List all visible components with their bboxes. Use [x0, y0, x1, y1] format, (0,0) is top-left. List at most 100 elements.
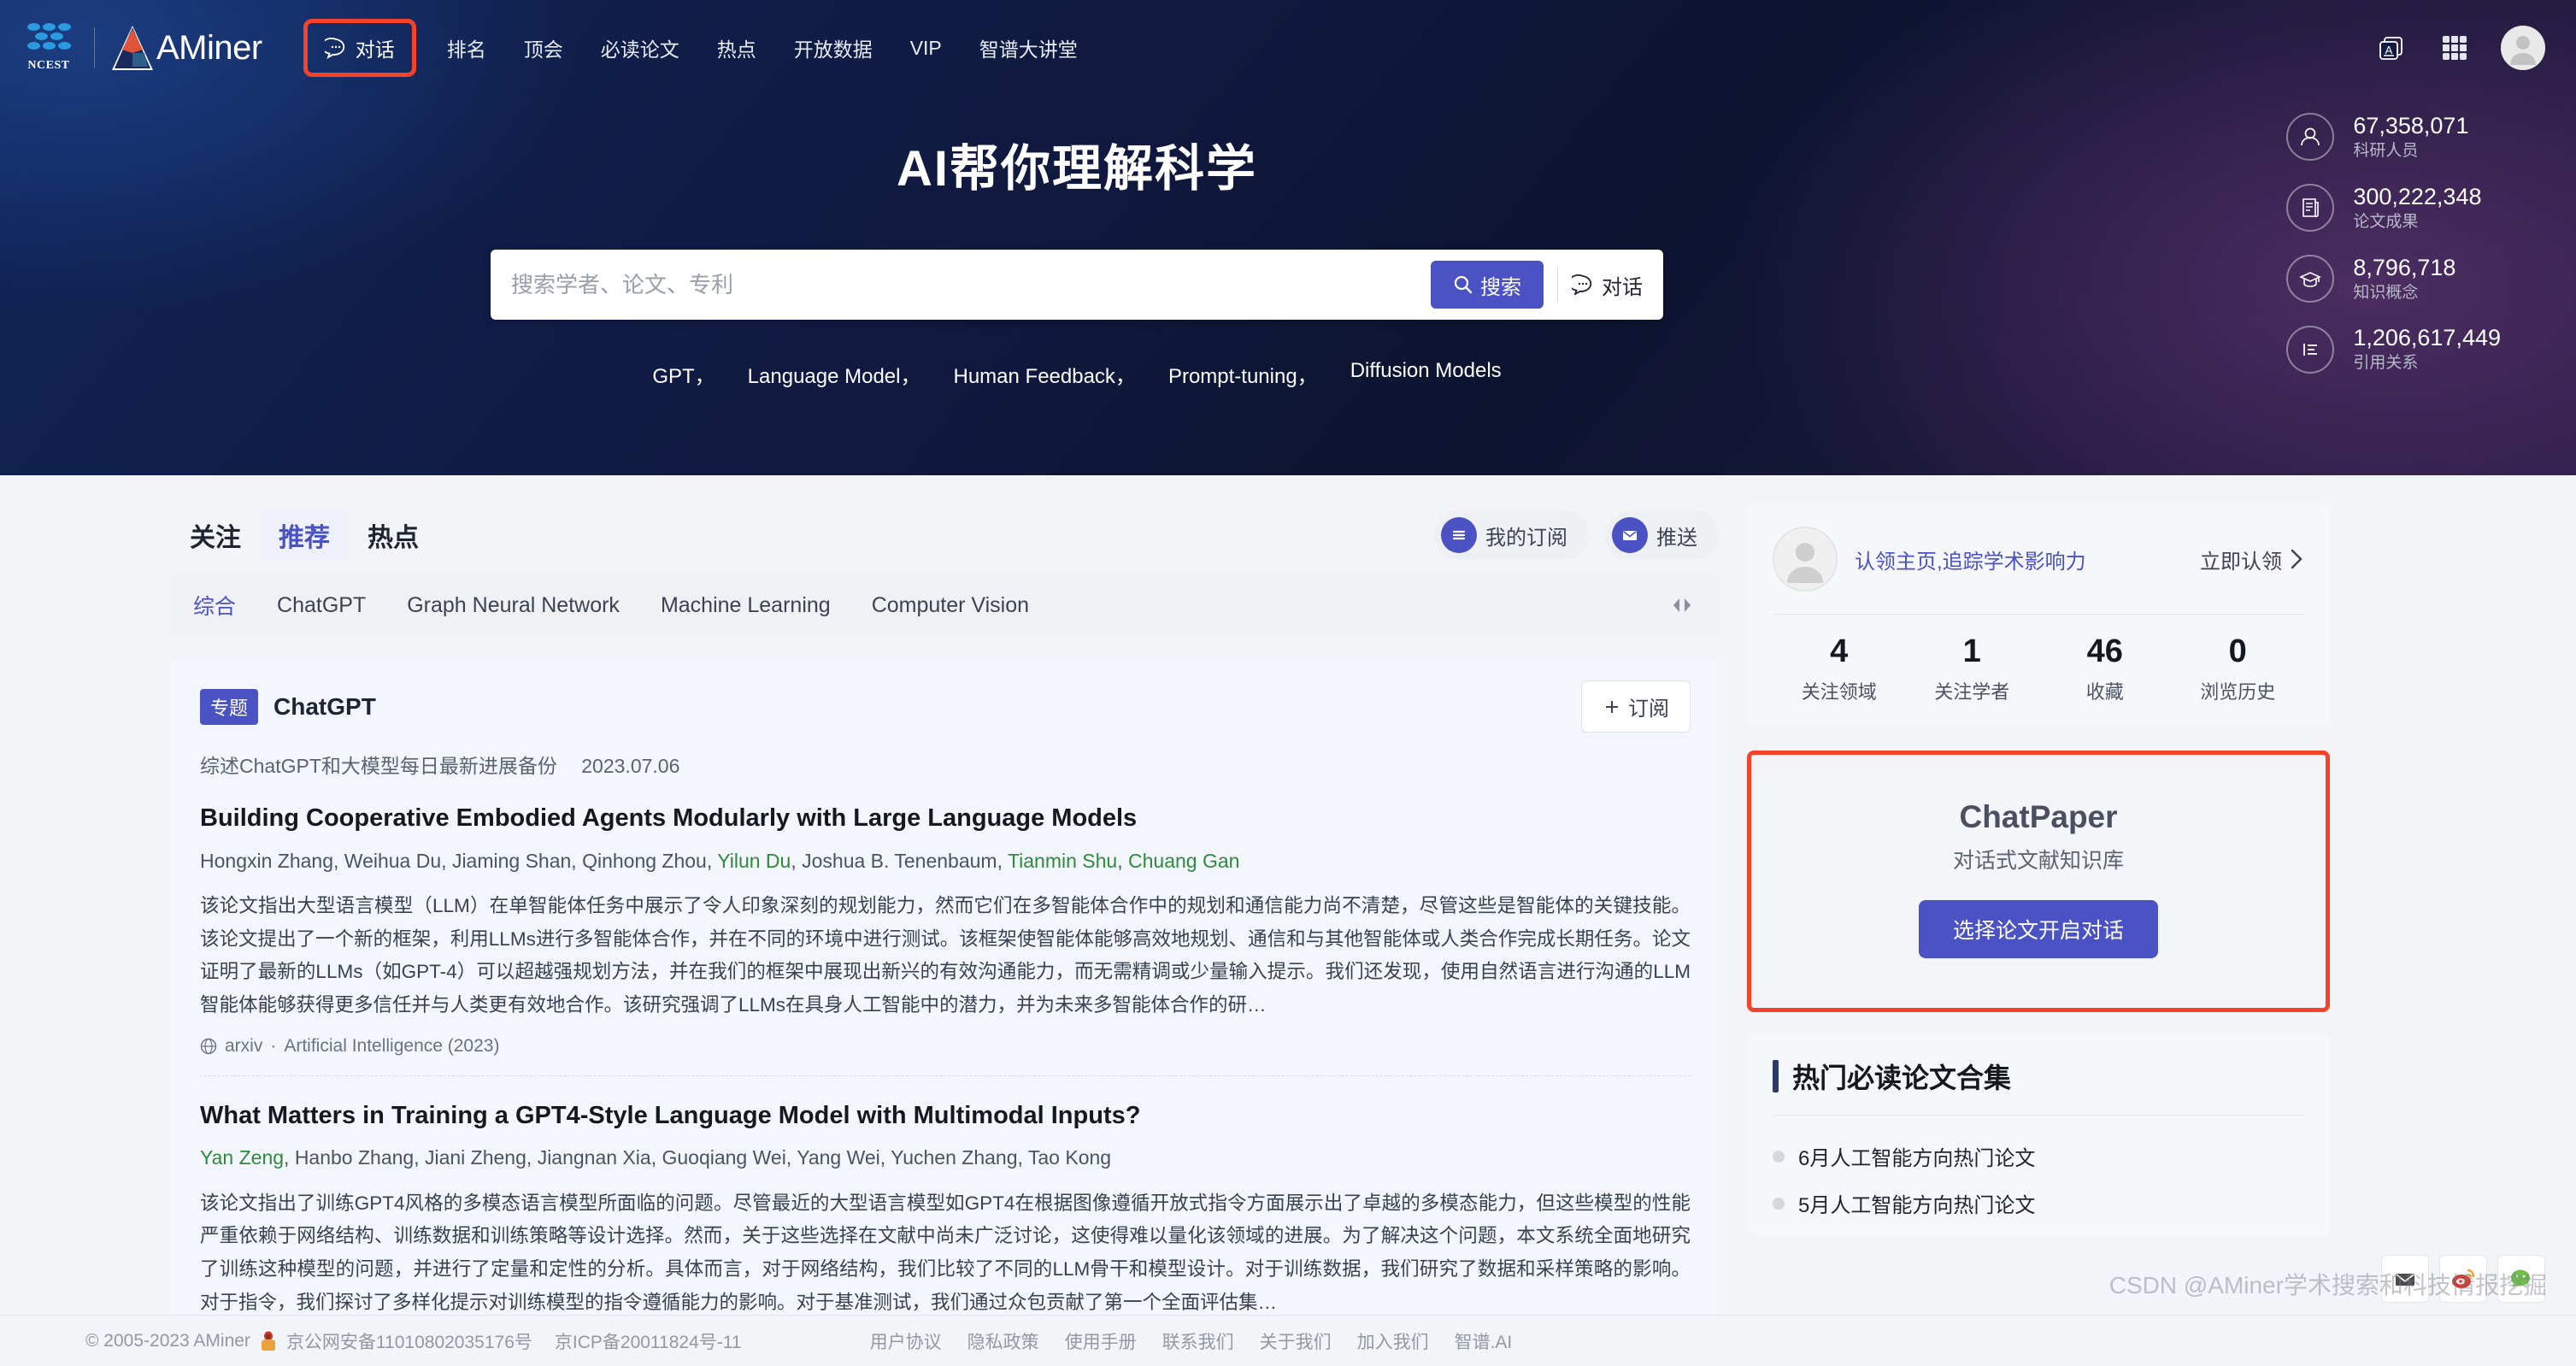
nav-item-conference[interactable]: 顶会: [505, 25, 582, 71]
main-column: 关注 推荐 热点 我的订阅 推送 综合 ChatGPT Graph Neural…: [171, 503, 1720, 1337]
avatar[interactable]: [1773, 527, 1838, 592]
footer-link-privacy-policy[interactable]: 隐私政策: [967, 1328, 1039, 1354]
author-name[interactable]: Yang Wei: [797, 1146, 880, 1169]
hero-section: NCEST AMiner 对话 排名 顶会 必读论文 热点 开放数据 VIP 智…: [0, 0, 2576, 475]
my-subscriptions-button[interactable]: 我的订阅: [1434, 510, 1590, 560]
author-name[interactable]: Joshua B. Tenenbaum: [802, 850, 997, 872]
footer-link-about-us[interactable]: 关于我们: [1260, 1328, 1332, 1354]
author-name[interactable]: Yan Zeng: [200, 1146, 284, 1169]
nav-item-ranking[interactable]: 排名: [428, 25, 505, 71]
right-sidebar: 认领主页,追踪学术影响力 立即认领 4 关注领域 1 关注学者 46 收藏 0 …: [1747, 503, 2330, 1336]
claim-now-link[interactable]: 立即认领: [2200, 545, 2304, 574]
search-bar: 搜索 对话: [491, 250, 1663, 320]
paper-item: Building Cooperative Embodied Agents Mod…: [200, 803, 1691, 1076]
wechat-button[interactable]: [2497, 1255, 2545, 1303]
stat-followed-fields[interactable]: 4 关注领域: [1773, 633, 1906, 704]
author-name[interactable]: Yilun Du: [717, 850, 791, 872]
author-name[interactable]: Guoqiang Wei: [662, 1146, 785, 1169]
status-badge: 专题: [200, 688, 259, 725]
nav-item-lecture-hall[interactable]: 智谱大讲堂: [961, 25, 1097, 71]
footer-link-zhipu-ai[interactable]: 智谱.AI: [1455, 1328, 1513, 1354]
footer-link-user-agreement[interactable]: 用户协议: [870, 1328, 942, 1354]
claim-text[interactable]: 认领主页,追踪学术影响力: [1855, 545, 2086, 574]
author-name[interactable]: Tao Kong: [1028, 1146, 1111, 1169]
filter-machine-learning[interactable]: Machine Learning: [661, 593, 831, 618]
author-name[interactable]: Jiani Zheng: [425, 1146, 526, 1169]
brand-logos[interactable]: NCEST AMiner: [21, 18, 262, 78]
search-input[interactable]: [511, 271, 1431, 298]
paper-item: What Matters in Training a GPT4-Style La…: [200, 1100, 1691, 1320]
keyword-prompt-tuning[interactable]: Prompt-tuning，: [1168, 359, 1318, 389]
author-name[interactable]: Weihua Du: [344, 850, 441, 872]
author-name[interactable]: Hanbo Zhang: [295, 1146, 414, 1169]
footer-link-contact-us[interactable]: 联系我们: [1162, 1328, 1234, 1354]
hero-stats: 67,358,071 科研人员 300,222,348 论文成果 8,796,7…: [2286, 113, 2501, 374]
list-item[interactable]: 5月人工智能方向热门论文: [1773, 1180, 2304, 1227]
filter-comprehensive[interactable]: 综合: [193, 590, 236, 621]
author-name[interactable]: Tianmin Shu: [1008, 850, 1117, 872]
author-name[interactable]: Yuchen Zhang: [891, 1146, 1017, 1169]
push-button[interactable]: 推送: [1605, 510, 1720, 560]
police-record[interactable]: 京公网安备11010802035176号: [286, 1328, 532, 1354]
nav-item-vip[interactable]: VIP: [891, 28, 961, 68]
ncest-logo[interactable]: NCEST: [21, 18, 77, 78]
keyword-diffusion-models[interactable]: Diffusion Models: [1350, 359, 1502, 389]
icp-record[interactable]: 京ICP备20011824号-11: [555, 1328, 742, 1354]
list-item[interactable]: 6月人工智能方向热门论文: [1773, 1133, 2304, 1180]
bullet-dot-icon: [1773, 1197, 1785, 1210]
hot-item-label: 6月人工智能方向热门论文: [1798, 1147, 2036, 1170]
author-name[interactable]: Hongxin Zhang: [200, 850, 333, 872]
stat-followed-scholars[interactable]: 1 关注学者: [1906, 633, 2039, 704]
content-grid: 关注 推荐 热点 我的订阅 推送 综合 ChatGPT Graph Neural…: [0, 475, 2576, 1337]
author-name[interactable]: Chuang Gan: [1128, 850, 1239, 872]
nav-item-hotspot[interactable]: 热点: [698, 25, 775, 71]
stat-value: 300,222,348: [2353, 183, 2482, 209]
stat-browse-history[interactable]: 0 浏览历史: [2172, 633, 2305, 704]
paper-title[interactable]: Building Cooperative Embodied Agents Mod…: [200, 803, 1691, 835]
paper-title[interactable]: What Matters in Training a GPT4-Style La…: [200, 1100, 1691, 1133]
copyright-text: © 2005-2023 AMiner: [85, 1330, 250, 1351]
contact-email-button[interactable]: [2381, 1255, 2429, 1303]
user-avatar-icon[interactable]: [2501, 26, 2545, 70]
keyword-gpt[interactable]: GPT，: [652, 359, 715, 389]
author-name[interactable]: Jiangnan Xia: [538, 1146, 651, 1169]
stat-papers: 300,222,348 论文成果: [2286, 184, 2501, 233]
aminer-logo[interactable]: AMiner: [110, 24, 262, 72]
filter-computer-vision[interactable]: Computer Vision: [872, 593, 1029, 618]
topic-title[interactable]: ChatGPT: [273, 693, 376, 721]
nav-item-dialogue[interactable]: 对话: [303, 19, 416, 77]
keyword-human-feedback[interactable]: Human Feedback，: [954, 359, 1136, 389]
search-button[interactable]: 搜索: [1431, 261, 1544, 309]
keyword-language-model[interactable]: Language Model，: [748, 359, 921, 389]
paper-source[interactable]: arxiv: [225, 1036, 262, 1057]
filter-graph-neural-network[interactable]: Graph Neural Network: [407, 593, 620, 618]
footer-link-join-us[interactable]: 加入我们: [1357, 1328, 1429, 1354]
body-area: 关注 推荐 热点 我的订阅 推送 综合 ChatGPT Graph Neural…: [0, 475, 2576, 1337]
chat-entry-button[interactable]: 对话: [1572, 270, 1651, 300]
nav-item-open-data[interactable]: 开放数据: [775, 25, 891, 71]
footer-link-manual[interactable]: 使用手册: [1065, 1328, 1137, 1354]
paper-authors: Yan Zeng, Hanbo Zhang, Jiani Zheng, Jian…: [200, 1146, 1112, 1169]
person-icon: [2286, 113, 2335, 162]
author-name[interactable]: Jiaming Shan: [452, 850, 571, 872]
translate-card-icon[interactable]: A: [2374, 31, 2408, 65]
nav-item-must-read[interactable]: 必读论文: [582, 25, 698, 71]
tab-hotspot[interactable]: 热点: [349, 509, 438, 561]
hot-divider: [1773, 1115, 2304, 1116]
stat-favorites[interactable]: 46 收藏: [2038, 633, 2172, 704]
start-chat-button[interactable]: 选择论文开启对话: [1918, 900, 2158, 958]
subscribe-button[interactable]: 订阅: [1581, 680, 1691, 733]
chatpaper-card: ChatPaper 对话式文献知识库 选择论文开启对话: [1761, 765, 2315, 998]
nav-label-dialogue: 对话: [355, 38, 395, 61]
author-name[interactable]: Qinhong Zhou: [582, 850, 707, 872]
topic-subtitle-row: 综述ChatGPT和大模型每日最新进展备份 2023.07.06: [200, 750, 1691, 779]
paper-divider: [200, 1075, 1691, 1076]
apps-grid-icon[interactable]: [2438, 31, 2472, 65]
filter-chatgpt[interactable]: ChatGPT: [277, 593, 366, 618]
tab-recommend[interactable]: 推荐: [260, 509, 349, 561]
tab-follow[interactable]: 关注: [171, 509, 260, 561]
weibo-button[interactable]: [2439, 1255, 2487, 1303]
search-icon: [1454, 275, 1473, 294]
stat-value: 46: [2086, 633, 2123, 669]
filter-scroll-arrows[interactable]: [1668, 596, 1697, 615]
